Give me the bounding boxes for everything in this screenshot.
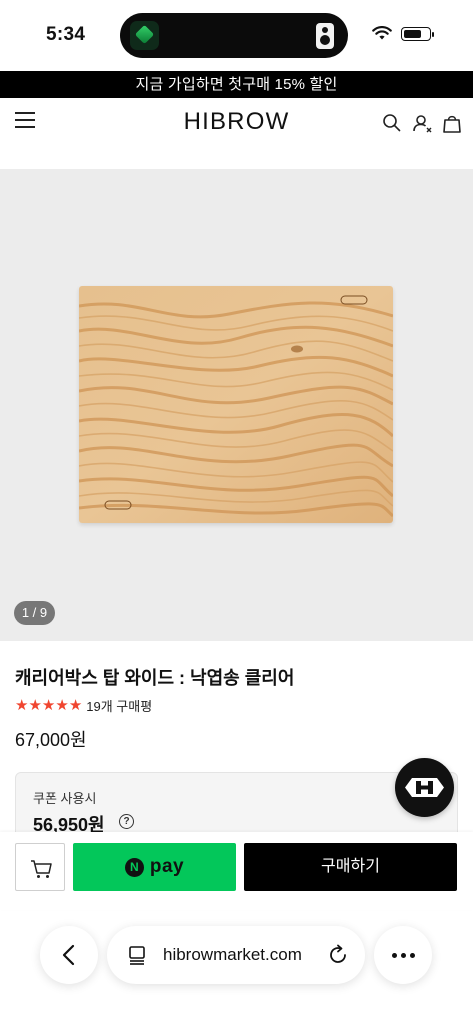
review-count[interactable]: 19개 구매평 (86, 696, 152, 715)
cart-icon (31, 860, 52, 878)
account-icon[interactable] (411, 112, 433, 134)
star-icon: ★ (55, 696, 69, 714)
hibrow-h-logo-icon (405, 778, 444, 797)
menu-icon[interactable] (15, 112, 35, 130)
product-gallery[interactable]: 1 / 9 (0, 169, 473, 641)
url-text: hibrowmarket.com (163, 945, 302, 964)
naver-pay-n-icon: N (124, 857, 144, 877)
purchase-bar: N pay 구매하기 (0, 832, 473, 910)
reader-icon[interactable] (127, 945, 147, 965)
product-image[interactable] (79, 286, 393, 523)
star-icon: ★ (28, 696, 42, 714)
battery-icon (401, 26, 434, 41)
search-icon[interactable] (381, 112, 403, 134)
site-header: HIBROW (0, 98, 473, 148)
add-to-cart-button[interactable] (15, 843, 65, 891)
wood-board-image (79, 286, 393, 523)
back-chevron-icon (62, 944, 75, 966)
chat-button[interactable] (395, 758, 454, 817)
star-icon: ★ (41, 696, 56, 714)
browser-back-button[interactable] (40, 926, 98, 984)
bag-icon[interactable] (441, 112, 463, 134)
rating-row[interactable]: ★ ★ ★ ★ ★ 19개 구매평 (15, 696, 152, 715)
product-price: 67,000원 (15, 730, 87, 750)
promo-banner[interactable]: 지금 가입하면 첫구매 15% 할인 (0, 71, 473, 98)
speaker-icon[interactable] (316, 23, 334, 49)
browser-toolbar: hibrowmarket.com (0, 922, 473, 988)
star-icon: ★ (68, 696, 83, 714)
status-icons (372, 26, 434, 41)
product-title: 캐리어박스 탑 와이드 : 낙엽송 클리어 (15, 668, 295, 688)
status-time: 5:34 (46, 24, 86, 45)
reload-icon[interactable] (327, 944, 349, 966)
coupon-label: 쿠폰 사용시 (33, 791, 97, 806)
rating-stars: ★ ★ ★ ★ ★ (15, 696, 83, 714)
gallery-page-indicator: 1 / 9 (14, 601, 55, 625)
star-icon: ★ (15, 696, 29, 714)
naver-pay-label: pay (149, 856, 185, 877)
status-bar: 5:34 (0, 0, 473, 70)
address-bar[interactable]: hibrowmarket.com (107, 926, 365, 984)
header-actions (381, 112, 463, 134)
buy-now-button[interactable]: 구매하기 (244, 843, 457, 891)
help-icon[interactable]: ? (119, 814, 134, 829)
battery-level (404, 29, 421, 38)
more-icon[interactable] (374, 926, 432, 984)
wifi-icon (372, 26, 392, 40)
app-icon[interactable] (130, 21, 159, 50)
naver-pay-button[interactable]: N pay (73, 843, 236, 891)
dynamic-island[interactable] (120, 13, 348, 58)
